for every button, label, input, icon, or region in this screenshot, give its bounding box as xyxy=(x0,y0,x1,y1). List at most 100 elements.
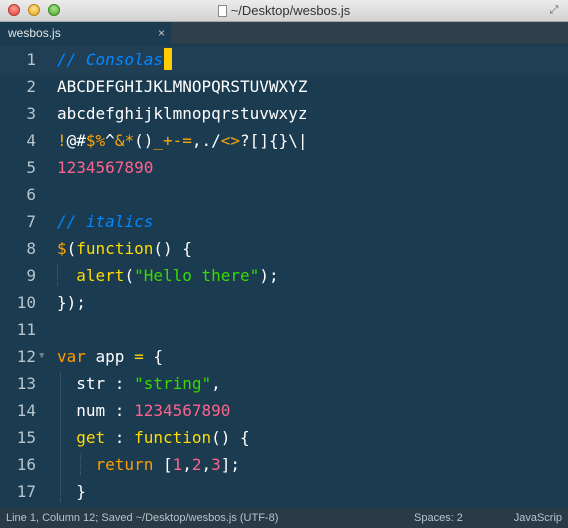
code-token: }); xyxy=(57,293,86,312)
code-line[interactable]: 7 // italics xyxy=(0,208,568,235)
code-token: var xyxy=(57,347,86,366)
code-token: @# xyxy=(66,131,86,150)
line-number: 11 xyxy=(16,320,36,339)
line-number: 16 xyxy=(16,455,36,474)
window-title: ~/Desktop/wesbos.js xyxy=(230,3,351,18)
code-line[interactable]: 2 ABCDEFGHIJKLMNOPQRSTUVWXYZ xyxy=(0,73,568,100)
line-number: 8 xyxy=(26,239,36,258)
document-icon xyxy=(217,5,227,17)
tab-close-icon[interactable]: × xyxy=(158,22,165,44)
code-line[interactable]: 4 !@#$%^&*()_+-=,./<>?[]{}\| xyxy=(0,127,568,154)
code-text: // Consolas xyxy=(57,46,172,73)
tab-wesbos-js[interactable]: wesbos.js × xyxy=(0,22,171,44)
code-token: = xyxy=(134,347,144,366)
code-text: num : 1234567890 xyxy=(57,397,230,424)
code-token: { xyxy=(143,347,163,366)
code-text: var app = { xyxy=(57,343,163,370)
fold-arrow-icon[interactable]: ▼ xyxy=(39,343,44,370)
code-token: ( xyxy=(66,239,77,258)
line-number: 4 xyxy=(26,131,36,150)
code-token: &* xyxy=(114,131,135,150)
code-token: , xyxy=(211,374,221,393)
code-token: return xyxy=(95,455,154,474)
code-token: 1234567890 xyxy=(134,401,231,420)
code-text: abcdefghijklmnopqrstuvwxyz xyxy=(57,100,307,127)
code-token: ,./ xyxy=(191,131,221,150)
code-line[interactable]: 14 num : 1234567890 xyxy=(0,397,568,424)
code-text: alert("Hello there"); xyxy=(57,262,279,289)
code-token: () xyxy=(134,131,154,150)
line-number: 3 xyxy=(26,104,36,123)
fullscreen-icon[interactable]: ⤢ xyxy=(548,4,560,16)
line-number: 5 xyxy=(26,158,36,177)
code-text: ABCDEFGHIJKLMNOPQRSTUVWXYZ xyxy=(57,73,307,100)
code-token: // Consolas xyxy=(57,50,163,69)
code-token: $% xyxy=(85,131,106,150)
code-token: ( xyxy=(124,266,135,285)
code-token: ); xyxy=(259,266,279,285)
code-line[interactable]: 1 // Consolas xyxy=(0,46,568,73)
code-token: [ xyxy=(153,455,173,474)
code-token: app xyxy=(85,347,135,366)
code-line[interactable]: 6 xyxy=(0,181,568,208)
code-token: abcdefghijklmnopqrstuvwxyz xyxy=(57,104,308,123)
code-line[interactable]: 12 ▼ var app = { xyxy=(0,343,568,370)
line-number: 10 xyxy=(16,293,36,312)
code-line[interactable]: 3 abcdefghijklmnopqrstuvwxyz xyxy=(0,100,568,127)
code-token: 2 xyxy=(191,455,202,474)
code-editor[interactable]: 1 // Consolas 2 ABCDEFGHIJKLMNOPQRSTUVWXYZ 3… xyxy=(0,44,568,508)
code-token: ABCDEFGHIJKLMNOPQRSTUVWXYZ xyxy=(57,77,308,96)
code-line[interactable]: 9 alert("Hello there"); xyxy=(0,262,568,289)
code-token: () { xyxy=(153,239,192,258)
code-text: $(function() { xyxy=(57,235,192,262)
window-title-area: ~/Desktop/wesbos.js xyxy=(0,3,568,18)
code-line[interactable]: 16 return [1,2,3]; xyxy=(0,451,568,478)
code-text: get : function() { xyxy=(57,424,250,451)
code-line[interactable]: 13 str : "string", xyxy=(0,370,568,397)
code-line[interactable]: 17 } xyxy=(0,478,568,505)
indent-guide xyxy=(80,454,81,475)
code-line[interactable]: 10}); xyxy=(0,289,568,316)
tab-bar: wesbos.js × xyxy=(0,22,568,44)
code-token: () { xyxy=(211,428,250,447)
code-token: "Hello there" xyxy=(134,266,260,285)
line-number: 14 xyxy=(16,401,36,420)
code-token: <> xyxy=(220,131,241,150)
code-token: } xyxy=(57,482,86,501)
code-token: ?[]{}\| xyxy=(240,131,308,150)
code-token: 1 xyxy=(172,455,183,474)
code-text: str : "string", xyxy=(57,370,221,397)
code-token: $ xyxy=(57,239,67,258)
code-line[interactable]: 15 get : function() { xyxy=(0,424,568,451)
line-number: 17 xyxy=(16,482,36,501)
line-number: 15 xyxy=(16,428,36,447)
code-token: ^ xyxy=(105,131,115,150)
code-token: ]; xyxy=(220,455,241,474)
line-number: 13 xyxy=(16,374,36,393)
code-text: return [1,2,3]; xyxy=(57,451,241,478)
line-number: 2 xyxy=(26,77,36,96)
code-token: get xyxy=(76,428,106,447)
syntax-status[interactable]: JavaScrip xyxy=(514,508,562,528)
cursor-position-status: Line 1, Column 12; Saved ~/Desktop/wesbo… xyxy=(6,512,279,524)
code-token: // italics xyxy=(57,212,154,231)
code-token: 3 xyxy=(211,455,221,474)
code-text: !@#$%^&*()_+-=,./<>?[]{}\| xyxy=(57,127,307,154)
tab-label: wesbos.js xyxy=(8,26,61,40)
code-token: num : xyxy=(57,401,135,420)
code-token: , xyxy=(201,455,212,474)
code-text: } xyxy=(57,478,86,505)
indentation-status[interactable]: Spaces: 2 xyxy=(414,508,463,528)
code-token: _+-= xyxy=(153,131,192,150)
code-token: : xyxy=(105,428,135,447)
code-line[interactable]: 8 $(function() { xyxy=(0,235,568,262)
code-line[interactable]: 11 xyxy=(0,316,568,343)
line-number: 7 xyxy=(26,212,36,231)
line-number: 12 xyxy=(16,347,36,366)
title-bar: ~/Desktop/wesbos.js ⤢ xyxy=(0,0,568,22)
code-line[interactable]: 5 1234567890 xyxy=(0,154,568,181)
code-token: , xyxy=(182,455,192,474)
code-text: // italics xyxy=(57,208,153,235)
